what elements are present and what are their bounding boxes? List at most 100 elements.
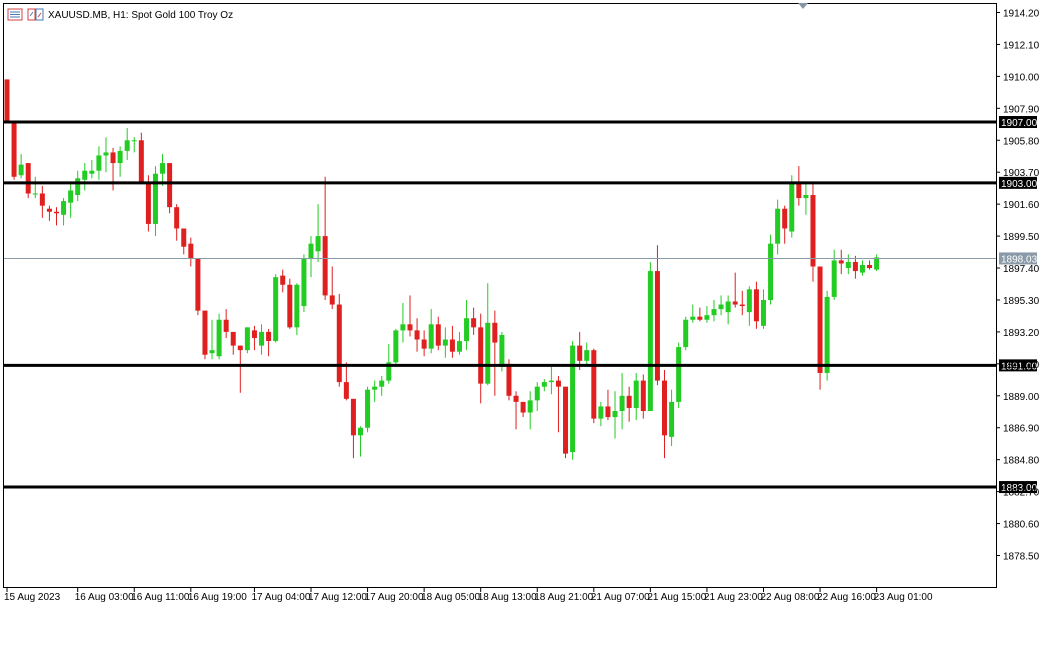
bull-candle[interactable] xyxy=(676,342,682,408)
candle-body xyxy=(789,182,795,232)
candle-body xyxy=(874,257,880,270)
candle-body xyxy=(697,316,703,320)
bull-candle[interactable] xyxy=(393,328,399,367)
candle-body xyxy=(53,211,59,214)
candle-body xyxy=(838,260,844,264)
price-tick-label: 1899.50 xyxy=(1003,232,1040,243)
candle-body xyxy=(449,339,455,352)
candle-body xyxy=(343,382,349,399)
level-label: 1907.00 xyxy=(1001,118,1038,129)
candle-body xyxy=(414,330,420,340)
bear-candle[interactable] xyxy=(336,293,342,387)
time-tick-label: 22 Aug 08:00 xyxy=(760,592,819,603)
candle-body xyxy=(273,277,279,342)
bear-candle[interactable] xyxy=(287,278,293,329)
candle-body xyxy=(18,164,24,176)
bull-candle[interactable] xyxy=(570,341,576,460)
bull-candle[interactable] xyxy=(824,290,830,381)
candle-body xyxy=(492,322,498,343)
time-tick-label: 22 Aug 16:00 xyxy=(817,592,876,603)
bull-candle[interactable] xyxy=(768,234,774,305)
candle-body xyxy=(711,309,717,316)
candle-body xyxy=(732,301,738,305)
bull-candle[interactable] xyxy=(647,261,653,412)
candle-body xyxy=(329,295,335,305)
candle-body xyxy=(499,334,505,367)
price-tick-label: 1903.70 xyxy=(1003,168,1040,179)
candle-body xyxy=(605,406,611,418)
bear-candle[interactable] xyxy=(138,132,144,185)
bull-candle[interactable] xyxy=(789,175,795,238)
candle-body xyxy=(89,170,95,174)
time-tick-label: 17 Aug 04:00 xyxy=(251,592,310,603)
candle-body xyxy=(350,398,356,436)
candle-body xyxy=(520,401,526,413)
candle-body xyxy=(308,243,314,259)
bull-candle[interactable] xyxy=(294,283,300,335)
bull-candle[interactable] xyxy=(273,274,279,343)
title-bar: XAUUSD.MB, H1: Spot Gold 100 Troy Oz xyxy=(7,8,233,21)
bear-candle[interactable] xyxy=(195,258,201,316)
candle-body xyxy=(739,304,745,307)
price-tick-label: 1897.40 xyxy=(1003,264,1040,275)
bear-candle[interactable] xyxy=(25,163,31,199)
bear-candle[interactable] xyxy=(11,122,17,180)
time-tick-label: 18 Aug 13:00 xyxy=(478,592,537,603)
candle-body xyxy=(131,140,137,142)
price-tick-label: 1880.60 xyxy=(1003,520,1040,531)
candle-body xyxy=(485,322,491,384)
candle-body xyxy=(817,266,823,373)
candle-body xyxy=(824,296,830,373)
candle-body xyxy=(746,289,752,313)
candle-body xyxy=(138,140,144,183)
candle-body xyxy=(301,258,307,307)
candle-body xyxy=(39,193,45,206)
candle-body xyxy=(358,427,363,436)
candle-body xyxy=(683,319,689,348)
candle-body xyxy=(852,261,858,272)
time-tick-label: 16 Aug 19:00 xyxy=(188,592,247,603)
price-tick-label: 1878.50 xyxy=(1003,552,1040,563)
candle-body xyxy=(534,386,540,401)
candle-body xyxy=(626,395,632,408)
bull-candle[interactable] xyxy=(683,316,689,351)
candle-body xyxy=(775,208,781,244)
candle-body xyxy=(859,264,865,273)
bull-candle[interactable] xyxy=(365,386,371,433)
candle-body xyxy=(68,190,74,203)
candle-body xyxy=(237,345,243,351)
candle-body xyxy=(845,261,851,269)
candle-body xyxy=(513,395,519,402)
candle-body xyxy=(167,163,173,208)
price-tick-label: 1901.60 xyxy=(1003,200,1040,211)
candle-body xyxy=(294,284,300,328)
symbol-list-icon[interactable] xyxy=(7,8,23,21)
time-tick-label: 17 Aug 12:00 xyxy=(308,592,367,603)
bull-candle[interactable] xyxy=(216,313,222,360)
price-chart[interactable]: 1907.001903.001891.001883.001898.03 XAUU… xyxy=(0,0,1050,672)
candle-body xyxy=(647,271,653,412)
price-tick-label: 1912.10 xyxy=(1003,40,1040,51)
candle-body xyxy=(563,386,569,454)
candle-body xyxy=(244,327,250,351)
price-tick-label: 1914.20 xyxy=(1003,9,1040,20)
price-tick-label: 1910.00 xyxy=(1003,72,1040,83)
price-tick-label: 1905.80 xyxy=(1003,136,1040,147)
candle-body xyxy=(223,319,229,332)
bear-candle[interactable] xyxy=(817,266,823,390)
bear-candle[interactable] xyxy=(591,348,597,424)
candle-body xyxy=(456,341,462,352)
price-tick-label: 1907.90 xyxy=(1003,104,1040,115)
chart-properties-icon[interactable] xyxy=(27,8,44,21)
candle-body xyxy=(640,380,646,412)
bear-candle[interactable] xyxy=(563,386,569,459)
bull-candle[interactable] xyxy=(301,254,307,313)
candle-body xyxy=(704,315,710,320)
candle-body xyxy=(570,345,576,453)
bear-candle[interactable] xyxy=(202,310,208,360)
candle-body xyxy=(753,289,759,322)
bear-candle[interactable] xyxy=(167,163,173,214)
bear-candle[interactable] xyxy=(4,79,10,123)
price-tick-label: 1886.90 xyxy=(1003,424,1040,435)
bull-candle[interactable] xyxy=(244,327,250,354)
